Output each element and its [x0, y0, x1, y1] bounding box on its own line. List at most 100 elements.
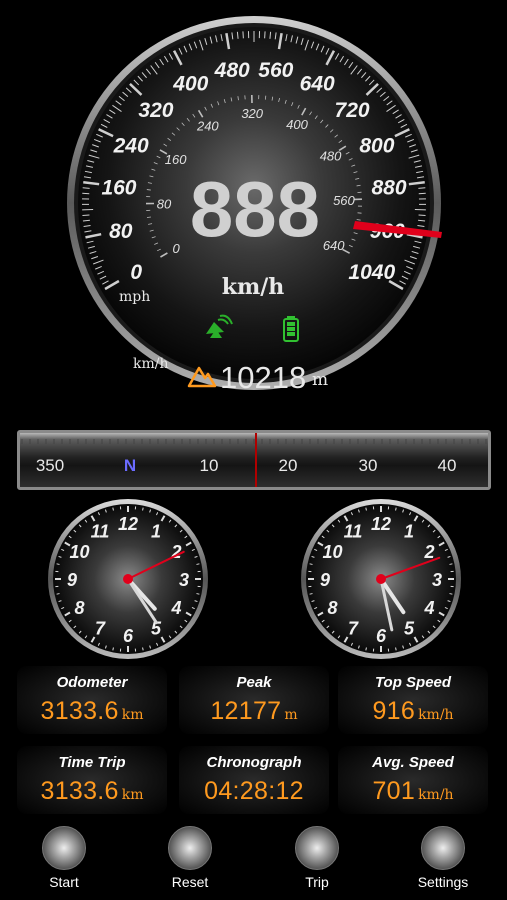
clock-number: 11	[91, 522, 110, 542]
peak-label: Peak	[236, 674, 272, 691]
compass-heading-label: 40	[437, 456, 457, 475]
outer-scale-label: 880	[371, 177, 406, 200]
top-speed-panel: Top Speed 916 km/h	[338, 666, 488, 734]
clock-number: 3	[179, 570, 189, 590]
compass-heading-marker	[255, 433, 257, 487]
clock-tick	[112, 647, 114, 651]
clock-tick	[395, 507, 397, 511]
outer-scale-label: 160	[101, 177, 136, 200]
reset-knob-icon	[168, 826, 212, 870]
trip-knob-icon	[295, 826, 339, 870]
outer-scale-label: 640	[300, 73, 335, 96]
outer-scale-label: 0	[130, 261, 142, 284]
time-trip-value: 3133.6	[40, 777, 119, 805]
outer-scale-label: 560	[258, 59, 293, 82]
trip-button-label: Trip	[305, 874, 329, 890]
inner-scale-label: 480	[320, 149, 342, 164]
avg-speed-label: Avg. Speed	[372, 754, 454, 771]
compass-heading-label: 10	[199, 456, 219, 475]
inner-scale-label: 160	[165, 152, 187, 167]
compass-strip: 350 N 10 20 30 40	[17, 430, 491, 490]
outer-tick	[82, 187, 90, 189]
avg-speed-panel: Avg. Speed 701 km/h	[338, 746, 488, 814]
outer-tick	[418, 214, 426, 216]
chronograph-panel: Chronograph 04:28:12	[179, 746, 329, 814]
clock-tick	[309, 563, 313, 565]
chronograph-value: 04:28:12	[204, 777, 304, 805]
outer-scale-label: 1040	[348, 261, 395, 284]
outer-scale-label: 720	[335, 99, 370, 122]
altitude-unit: m	[312, 370, 328, 390]
settings-button[interactable]: Settings	[398, 826, 488, 896]
odometer-unit: km	[121, 707, 144, 723]
compass-heading-label: 30	[358, 456, 378, 475]
inner-scale-label: 240	[196, 119, 219, 134]
odometer-panel: Odometer 3133.6 km	[17, 666, 167, 734]
avg-speed-unit: km/h	[418, 787, 454, 803]
compass-heading-label: 20	[278, 456, 298, 475]
clock-number: 8	[327, 598, 337, 618]
clock-tick	[142, 507, 144, 511]
trip-button[interactable]: Trip	[272, 826, 362, 896]
outer-tick	[236, 31, 239, 39]
inner-scale-label: 80	[157, 196, 172, 211]
clock-number: 9	[67, 570, 77, 590]
speed-unit-label: km/h	[222, 274, 285, 300]
peak-unit: m	[284, 707, 298, 723]
clock-number: 7	[95, 618, 106, 638]
inner-scale-label: 640	[323, 238, 345, 253]
clock-number: 10	[322, 542, 342, 562]
time-trip-unit: km	[121, 787, 144, 803]
start-button-label: Start	[49, 874, 79, 890]
time-trip-panel: Time Trip 3133.6 km	[17, 746, 167, 814]
chronograph-label: Chronograph	[206, 754, 302, 771]
outer-tick	[82, 214, 90, 216]
outer-scale-label: 80	[109, 220, 133, 243]
clock-number: 1	[404, 522, 414, 542]
settings-knob-icon	[421, 826, 465, 870]
outer-scale-label: 800	[359, 135, 394, 158]
start-button[interactable]: Start	[19, 826, 109, 896]
clock-number: 6	[123, 626, 134, 646]
outer-scale-label: 400	[172, 73, 208, 96]
analog-clock-right: 12 12 3 45678 9 1011	[301, 499, 461, 659]
compass-heading-label: 350	[35, 456, 65, 475]
reset-button[interactable]: Reset	[145, 826, 235, 896]
inner-scale-label: 320	[241, 106, 263, 121]
clock-number: 8	[74, 598, 84, 618]
outer-scale-label: 320	[138, 99, 173, 122]
clock-hub	[376, 574, 386, 584]
odometer-label: Odometer	[56, 674, 128, 691]
clock-hub	[123, 574, 133, 584]
clock-number: 11	[344, 522, 363, 542]
reset-button-label: Reset	[171, 874, 209, 890]
clock-number: 7	[348, 618, 359, 638]
clock-number: 5	[404, 618, 415, 638]
inner-scale-label: 560	[333, 193, 355, 208]
odometer-value: 3133.6	[40, 697, 119, 725]
outer-scale-label: 480	[214, 59, 250, 82]
inner-unit-label: mph	[119, 289, 150, 305]
avg-speed-value: 701	[372, 777, 416, 805]
inner-scale-label: 0	[172, 241, 180, 256]
clock-tick	[449, 563, 453, 565]
clock-number: 4	[423, 598, 434, 618]
speed-readout: 888	[190, 165, 320, 253]
clock-tick	[196, 593, 200, 595]
clock-tick	[56, 563, 60, 565]
clock-tick	[196, 563, 200, 565]
outer-unit-label: km/h	[133, 356, 169, 372]
start-knob-icon	[42, 826, 86, 870]
clock-tick	[309, 593, 313, 595]
outer-tick	[418, 187, 426, 189]
clock-tick	[365, 647, 367, 651]
clock-tick	[365, 507, 367, 511]
speedometer-gauge: 0801602403204004805606407208008809601040…	[67, 16, 442, 392]
clock-number: 6	[376, 626, 387, 646]
clock-number: 4	[170, 598, 181, 618]
clock-number: 10	[69, 542, 89, 562]
clock-tick	[395, 647, 397, 651]
clock-number: 3	[432, 570, 442, 590]
clock-tick	[56, 593, 60, 595]
clock-tick	[112, 507, 114, 511]
